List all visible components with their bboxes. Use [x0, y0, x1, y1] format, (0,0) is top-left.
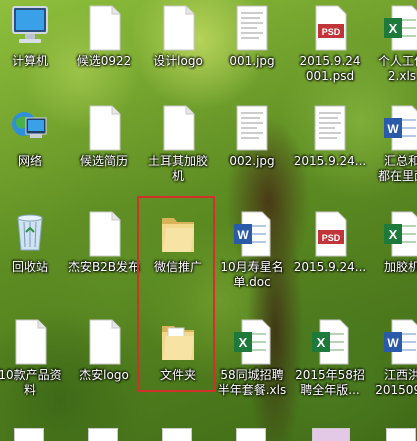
excel-file-icon: X — [382, 4, 417, 52]
document-image-icon — [310, 104, 350, 152]
desktop-icon-file[interactable]: 002.jpg — [212, 100, 292, 200]
document-image-icon — [232, 4, 272, 52]
desktop-icon-file[interactable]: X 2015年58招 聘全年版... — [290, 314, 370, 414]
psd-file-icon: PSD — [310, 210, 350, 258]
desktop-icon-file[interactable]: PSD 2015.9.24... — [290, 206, 370, 306]
svg-text:X: X — [389, 21, 398, 36]
computer-icon — [10, 4, 50, 52]
blank-file-icon[interactable] — [14, 428, 44, 441]
desktop-icon-file[interactable]: W 江西洪 2015092 — [362, 314, 417, 414]
word-file-icon: W — [382, 318, 417, 366]
blank-file-icon — [84, 318, 124, 366]
image-file-icon[interactable] — [312, 428, 350, 441]
desktop-icon-file[interactable]: X 个人工作 2.xls — [362, 0, 417, 100]
blank-file-icon[interactable] — [236, 428, 266, 441]
svg-text:X: X — [317, 335, 326, 350]
desktop-icon-file[interactable]: W 汇总和 都在里面 — [362, 100, 417, 200]
psd-file-icon: PSD — [310, 4, 350, 52]
desktop-icon-file[interactable]: 设计logo — [138, 0, 218, 100]
document-image-icon — [232, 104, 272, 152]
blank-file-icon — [84, 210, 124, 258]
svg-text:X: X — [239, 335, 248, 350]
blank-file-icon — [84, 4, 124, 52]
partial-icon-row — [0, 424, 417, 441]
desktop-icon-recycle-bin[interactable]: 回收站 — [0, 206, 70, 306]
blank-file-icon — [84, 104, 124, 152]
desktop-icon-file[interactable]: 候选0922 — [64, 0, 144, 100]
selection-highlight-box — [137, 196, 215, 392]
network-globe-icon — [10, 104, 50, 152]
desktop-icon-file[interactable]: 土耳其加胶 机 — [138, 100, 218, 200]
icon-label: 个人工作 2.xls — [377, 54, 417, 83]
blank-file-icon[interactable] — [386, 428, 416, 441]
svg-text:X: X — [389, 227, 398, 242]
svg-text:W: W — [387, 122, 399, 136]
desktop-icon-file[interactable]: 001.jpg — [212, 0, 292, 100]
desktop-icon-file[interactable]: W 10月寿星名 单.doc — [212, 206, 292, 306]
icon-label: 汇总和 都在里面 — [377, 154, 417, 183]
desktop-icon-file[interactable]: 杰安B2B发布 — [64, 206, 144, 306]
desktop-icon-network[interactable]: 网络 — [0, 100, 70, 200]
svg-text:PSD: PSD — [322, 27, 341, 37]
desktop-icon-file[interactable]: 候选简历 — [64, 100, 144, 200]
excel-file-icon: X — [382, 210, 417, 258]
desktop-icon-file[interactable]: 2015.9.24... — [290, 100, 370, 200]
desktop-icon-computer[interactable]: 计算机 — [0, 0, 70, 100]
blank-file-icon[interactable] — [88, 428, 118, 441]
desktop-icon-file[interactable]: X 58同城招聘 半年套餐.xls — [212, 314, 292, 414]
word-file-icon: W — [382, 104, 417, 152]
svg-text:PSD: PSD — [322, 233, 341, 243]
desktop[interactable]: 计算机 候选0922 设计logo 001.jpg PSD 2015.9.24 … — [0, 0, 417, 441]
icon-label: 加胶机 — [383, 260, 417, 274]
excel-file-icon: X — [232, 318, 272, 366]
desktop-icon-file[interactable]: PSD 2015.9.24 001.psd — [290, 0, 370, 100]
desktop-icon-file[interactable]: 杰安logo — [64, 314, 144, 414]
desktop-icon-file[interactable]: 10款产品资 料 — [0, 314, 70, 414]
excel-file-icon: X — [310, 318, 350, 366]
blank-file-icon — [158, 4, 198, 52]
recycle-bin-icon — [10, 210, 50, 258]
blank-file-icon — [10, 318, 50, 366]
svg-text:W: W — [237, 228, 249, 242]
desktop-icon-file[interactable]: X 加胶机 — [362, 206, 417, 306]
blank-file-icon — [158, 104, 198, 152]
word-file-icon: W — [232, 210, 272, 258]
svg-text:W: W — [387, 336, 399, 350]
blank-file-icon[interactable] — [162, 428, 192, 441]
icon-label: 江西洪 2015092 — [375, 368, 417, 397]
